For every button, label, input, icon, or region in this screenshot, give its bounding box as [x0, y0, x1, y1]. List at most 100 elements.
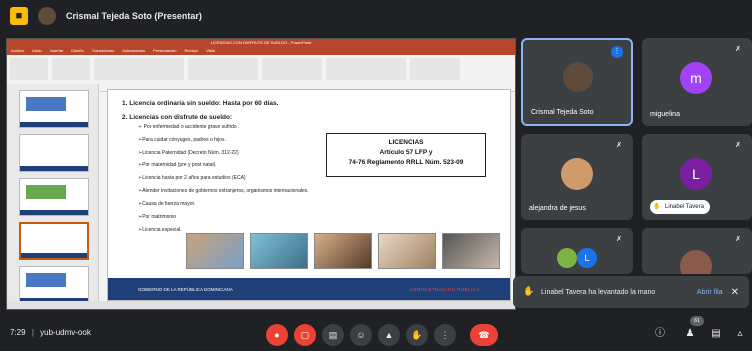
ppt-tab: Presentación [153, 48, 177, 53]
ppt-tab: Inicio [32, 48, 42, 53]
ribbon-group [94, 58, 184, 80]
mic-off-icon: ✗ [616, 142, 622, 149]
slide-canvas: 1. Licencia ordinaria sin sueldo: Hasta … [107, 89, 511, 301]
mic-off-icon: ✗ [735, 142, 741, 149]
meeting-controls-bar: 7:29 | yub-udmv-ook ● ▢ ▤ ☺ ▲ ✋ ⋮ ☎ ⓘ ♟ … [0, 318, 752, 351]
slide-bullet: ➢Licencia Paternidad (Decreto Núm. 312-2… [138, 150, 239, 156]
slide-bullet: ➢Atender invitaciones de gobiernos extra… [138, 188, 309, 194]
ribbon-group [188, 58, 258, 80]
presenter-avatar [38, 7, 56, 25]
present-button[interactable]: ▲ [378, 324, 400, 346]
more-vert-icon: ⋮ [440, 329, 450, 340]
ppt-status-bar [7, 301, 515, 309]
meeting-separator: | [31, 328, 34, 337]
slide-photo [186, 233, 244, 269]
meeting-info: 7:29 | yub-udmv-ook [10, 328, 91, 337]
ribbon-group [10, 58, 48, 80]
ppt-tab: Transiciones [91, 48, 115, 53]
licencias-box: LICENCIAS Artículo 57 LFP y 74-76 Reglam… [326, 133, 486, 177]
presenter-bar: ■ Crismal Tejeda Soto (Presentar) [0, 0, 752, 32]
hand-raised-text: Linabel Tavera ha levantado la mano [541, 288, 656, 296]
hand-icon: ✋ [653, 204, 661, 210]
emoji-icon: ☺ [356, 330, 366, 340]
speaking-indicator-icon: ⋮ [611, 46, 623, 58]
hand-icon: ✋ [523, 286, 535, 296]
participant-tile[interactable]: m ✗ miguelina [642, 38, 752, 126]
open-queue-link[interactable]: Abrir fila [697, 289, 723, 296]
slide-thumbnail-active [19, 222, 89, 260]
meeting-time: 7:29 [10, 328, 26, 337]
slide-bullet: ➢Para cuidar cónyuges, padres o hijos . [138, 137, 228, 143]
participant-name: miguelina [650, 111, 680, 118]
presenter-title: Crismal Tejeda Soto (Presentar) [66, 11, 202, 21]
close-icon[interactable]: ✕ [731, 287, 739, 298]
activities-icon[interactable]: ▵ [732, 326, 748, 342]
footer-admin-text: ADMINISTRACIÓN PÚBLICA [409, 286, 480, 292]
mic-off-icon: ✗ [616, 236, 622, 243]
chat-icon[interactable]: ▤ [708, 326, 724, 342]
slide-bullet: ➢Por matrimonio [138, 214, 177, 220]
captions-icon: ▤ [328, 329, 338, 340]
people-icon[interactable]: ♟ [682, 326, 698, 342]
participant-avatar: m [680, 62, 712, 94]
participant-tile[interactable]: ⋮ Crismal Tejeda Soto [521, 38, 633, 126]
participant-tile[interactable]: L ✗ ✋ Linabel Tavera [642, 134, 752, 220]
hangup-icon: ☎ [478, 329, 490, 340]
mic-off-icon: ✗ [735, 236, 741, 243]
ribbon-group [262, 58, 322, 80]
participant-avatar [680, 250, 712, 274]
raise-hand-button[interactable]: ✋ [406, 324, 428, 346]
raised-hand-chip: ✋ Linabel Tavera [650, 200, 710, 214]
participant-avatar: L [680, 158, 712, 190]
slide-bullet: ➢Licencia hasta por 2 años para estudios… [138, 175, 246, 181]
slide-photo [378, 233, 436, 269]
camera-toggle-button[interactable]: ▢ [294, 324, 316, 346]
licencias-box-line: LICENCIAS [388, 139, 424, 146]
slide-item-2: 2. Licencias con disfrute de sueldo: [122, 114, 233, 121]
raised-hand-name: Linabel Tavera [665, 204, 704, 210]
ppt-tab: Archivo [11, 48, 25, 53]
ppt-tab: Insertar [49, 48, 64, 53]
participant-name: Crismal Tejeda Soto [531, 109, 594, 116]
ribbon-group [326, 58, 406, 80]
ribbon-group [52, 58, 90, 80]
ppt-tab: Revisar [184, 48, 199, 53]
camera-off-icon: ▢ [300, 329, 310, 340]
slide-footer: GOBIERNO DE LA REPÚBLICA DOMINICANA ADMI… [108, 278, 510, 300]
meeting-code: yub-udmv-ook [40, 328, 91, 337]
ppt-window-title: LICENCIAS CON DISFRUTE DE SUELDO - Power… [7, 39, 515, 47]
slide-bullet: ➢ Por enfermedad o accidente grave sufri… [138, 124, 240, 130]
ppt-tab: Diseño [71, 48, 84, 53]
participant-avatar [563, 62, 593, 92]
footer-gov-text: GOBIERNO DE LA REPÚBLICA DOMINICANA [138, 286, 233, 292]
slide-thumbnails [7, 84, 99, 304]
ppt-ribbon-tabs: Archivo Inicio Insertar Diseño Transicio… [7, 47, 515, 55]
ppt-tab: Vista [206, 48, 215, 53]
emoji-button[interactable]: ☺ [350, 324, 372, 346]
slide-thumbnail [19, 266, 89, 304]
participant-tile[interactable]: ✗ alejandra de jesus [521, 134, 633, 220]
participant-count-badge: 61 [690, 316, 704, 326]
participant-avatar [561, 158, 593, 190]
licencias-box-line: 74-76 Reglamento RRLL Núm. 523-09 [348, 159, 464, 166]
leave-call-button[interactable]: ☎ [470, 324, 498, 346]
ribbon-group [410, 58, 460, 80]
participant-avatar [557, 248, 577, 268]
ppt-tab: Animaciones [122, 48, 146, 53]
mic-toggle-button[interactable]: ● [266, 324, 288, 346]
mic-off-icon: ✗ [735, 46, 741, 53]
licencias-box-line: Artículo 57 LFP y [379, 149, 433, 156]
participant-name: alejandra de jesus [529, 205, 586, 212]
slide-photo [442, 233, 500, 269]
slide-thumbnail [19, 178, 89, 216]
meet-logo-icon: ■ [10, 7, 28, 25]
slide-bullet: ➢Causa de fuerza mayor. [138, 201, 196, 207]
more-options-button[interactable]: ⋮ [434, 324, 456, 346]
present-icon: ▲ [384, 330, 394, 340]
slide-item-1: 1. Licencia ordinaria sin sueldo: Hasta … [122, 100, 279, 107]
captions-button[interactable]: ▤ [322, 324, 344, 346]
participant-tile[interactable]: L ✗ [521, 228, 633, 274]
participant-tile[interactable]: ✗ [642, 228, 752, 274]
mic-off-icon: ● [274, 330, 280, 340]
info-icon[interactable]: ⓘ [652, 326, 668, 342]
